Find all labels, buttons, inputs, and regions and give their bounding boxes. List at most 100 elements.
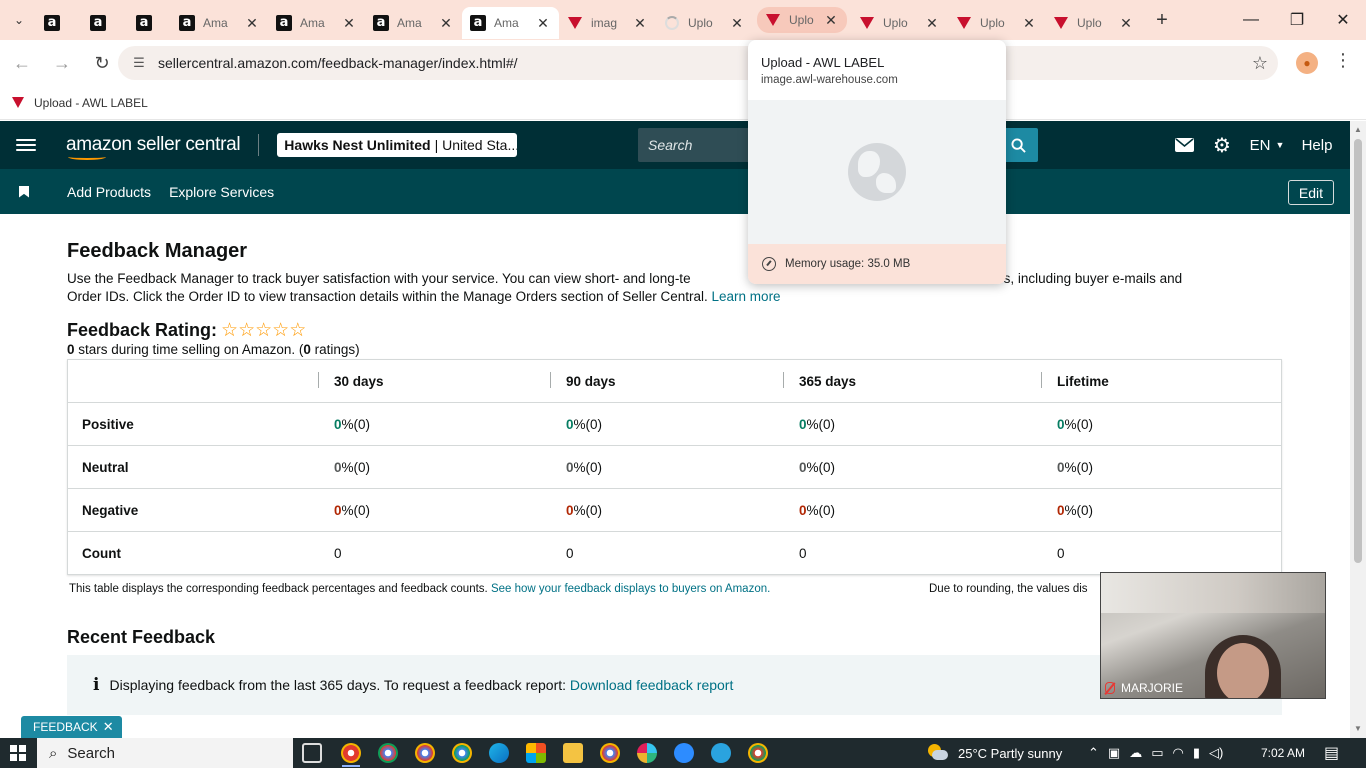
close-icon[interactable]: ✕ — [341, 15, 357, 32]
new-tab-button[interactable]: + — [1148, 6, 1176, 34]
tab-upload-11[interactable]: Uplo ✕ — [851, 7, 948, 39]
tab-title: Uplo — [789, 13, 814, 27]
tab-image[interactable]: imag ✕ — [559, 7, 656, 39]
back-icon[interactable]: ← — [4, 45, 40, 81]
language-selector[interactable]: EN ▼ — [1248, 121, 1286, 169]
tab-title: imag — [591, 16, 618, 30]
slack-icon[interactable] — [637, 743, 657, 763]
taskbar-search[interactable]: ⌕ Search — [37, 738, 293, 768]
video-call-overlay[interactable]: MARJORIE — [1100, 572, 1326, 699]
positive-365-days: 0 %(0) — [799, 417, 836, 432]
meet-now-icon[interactable]: ▣ — [1108, 745, 1120, 761]
restore-icon[interactable]: ❐ — [1274, 0, 1320, 40]
mail-icon[interactable] — [1173, 121, 1195, 169]
url-text[interactable]: sellercentral.amazon.com/feedback-manage… — [158, 55, 518, 71]
windows-start-icon[interactable] — [10, 745, 26, 761]
count-365-days: 0 — [799, 546, 807, 561]
chrome-icon[interactable] — [415, 743, 435, 763]
add-products-link[interactable]: Add Products — [67, 184, 151, 200]
tab-upload-loading[interactable]: Uplo ✕ — [656, 7, 753, 39]
tab-pinned-amazon-3[interactable]: a — [125, 7, 171, 39]
positive-30-days: 0 %(0) — [334, 417, 371, 432]
tab-upload-12[interactable]: Uplo ✕ — [948, 7, 1045, 39]
browser-menu-icon[interactable]: ⋮ — [1334, 50, 1352, 71]
onedrive-cloud-icon[interactable]: ☁ — [1129, 745, 1142, 761]
tab-amazon-6[interactable]: a Ama ✕ — [365, 7, 462, 39]
reload-icon[interactable]: ↻ — [84, 45, 120, 81]
feedback-display-link[interactable]: See how your feedback displays to buyers… — [491, 583, 770, 595]
positive-lifetime: 0 %(0) — [1057, 417, 1094, 432]
download-feedback-report-link[interactable]: Download feedback report — [570, 677, 733, 693]
tab-upload-hovered[interactable]: Uplo ✕ — [757, 7, 847, 33]
edit-button[interactable]: Edit — [1287, 180, 1334, 205]
close-window-icon[interactable]: ✕ — [1320, 0, 1366, 40]
telegram-icon[interactable] — [711, 743, 731, 763]
close-icon[interactable]: ✕ — [244, 15, 260, 32]
tab-pinned-amazon-1[interactable]: a — [33, 7, 79, 39]
tab-amazon-5[interactable]: a Ama ✕ — [268, 7, 365, 39]
clock[interactable]: 7:02 AM — [1261, 738, 1305, 768]
windows-taskbar: ⌕ Search 25°C Partly sunny ⌃ ▣ ☁ ▭ ◠ ▮ ◁… — [0, 738, 1366, 768]
chrome-icon[interactable] — [341, 743, 361, 763]
tab-upload-13[interactable]: Uplo ✕ — [1045, 7, 1142, 39]
amazon-seller-central-logo[interactable]: amazon seller central — [66, 134, 241, 160]
task-view-icon[interactable] — [302, 743, 322, 763]
close-icon[interactable]: ✕ — [632, 15, 648, 32]
language-label: EN — [1249, 136, 1271, 154]
hamburger-menu-icon[interactable] — [16, 139, 36, 151]
learn-more-link[interactable]: Learn more — [712, 289, 781, 304]
chrome-icon[interactable] — [452, 743, 472, 763]
intro-text: Use the Feedback Manager to track buyer … — [67, 270, 1277, 306]
file-explorer-icon[interactable] — [563, 743, 583, 763]
bookmark-upload-awl-label[interactable]: Upload - AWL LABEL — [34, 96, 148, 110]
volume-icon[interactable]: ◁) — [1209, 745, 1223, 761]
chrome-icon[interactable] — [600, 743, 620, 763]
tab-pinned-amazon-2[interactable]: a — [79, 7, 125, 39]
notifications-icon[interactable]: ▤ — [1324, 738, 1339, 768]
feedback-widget-tab[interactable]: FEEDBACK ✕ — [21, 716, 122, 738]
chrome-icon[interactable] — [748, 743, 768, 763]
site-info-icon[interactable]: ☰ — [124, 55, 154, 71]
close-icon[interactable]: ✕ — [924, 15, 940, 32]
neutral-30-days: 0 %(0) — [334, 460, 371, 475]
minimize-icon[interactable]: — — [1228, 0, 1274, 40]
profile-avatar-icon[interactable]: ● — [1296, 52, 1318, 74]
settings-gear-icon[interactable]: ⚙ — [1210, 121, 1234, 169]
close-icon[interactable]: ✕ — [1118, 15, 1134, 32]
forward-icon[interactable]: → — [44, 45, 80, 81]
wifi-icon[interactable]: ◠ — [1173, 745, 1184, 761]
close-icon[interactable]: ✕ — [1021, 15, 1037, 32]
scroll-down-icon[interactable]: ▼ — [1350, 724, 1366, 733]
caret-down-icon: ▼ — [1275, 140, 1285, 150]
edge-icon[interactable] — [489, 743, 509, 763]
awl-icon — [1054, 17, 1068, 29]
tab-amazon-4[interactable]: a Ama ✕ — [171, 7, 268, 39]
tab-search-icon[interactable]: ⌄ — [5, 6, 33, 34]
tab-amazon-active[interactable]: a Ama ✕ — [462, 7, 559, 39]
store-selector[interactable]: Hawks Nest Unlimited | United Sta... — [277, 133, 518, 157]
table-header-row: 30 days 90 days 365 days Lifetime — [68, 360, 1281, 403]
close-icon[interactable]: ✕ — [823, 12, 839, 29]
scroll-thumb[interactable] — [1354, 139, 1362, 563]
zoom-icon[interactable] — [674, 743, 694, 763]
battery-icon[interactable]: ▭ — [1151, 745, 1163, 761]
chrome-icon[interactable] — [378, 743, 398, 763]
close-icon[interactable]: ✕ — [103, 719, 114, 735]
bookmark-icon[interactable] — [19, 185, 29, 198]
store-icon[interactable] — [526, 743, 546, 763]
help-link[interactable]: Help — [1300, 121, 1334, 169]
bookmark-star-icon[interactable]: ☆ — [1252, 53, 1268, 74]
hover-card-domain: image.awl-warehouse.com — [761, 74, 898, 86]
close-icon[interactable]: ✕ — [729, 15, 745, 32]
page-scrollbar[interactable]: ▲ ▼ — [1350, 121, 1366, 738]
browser-tab-strip: ⌄ a a a a Ama ✕ a Ama ✕ a Ama ✕ a Ama ✕ … — [0, 0, 1366, 40]
microphone-icon[interactable]: ▮ — [1193, 745, 1200, 761]
address-bar[interactable]: ☰ sellercentral.amazon.com/feedback-mana… — [118, 46, 1278, 80]
close-icon[interactable]: ✕ — [535, 15, 551, 32]
chevron-up-icon[interactable]: ⌃ — [1088, 745, 1099, 761]
weather-text: 25°C Partly sunny — [958, 745, 1063, 761]
close-icon[interactable]: ✕ — [438, 15, 454, 32]
scroll-up-icon[interactable]: ▲ — [1350, 125, 1366, 134]
explore-services-link[interactable]: Explore Services — [169, 184, 274, 200]
weather-widget[interactable]: 25°C Partly sunny — [926, 738, 1062, 768]
